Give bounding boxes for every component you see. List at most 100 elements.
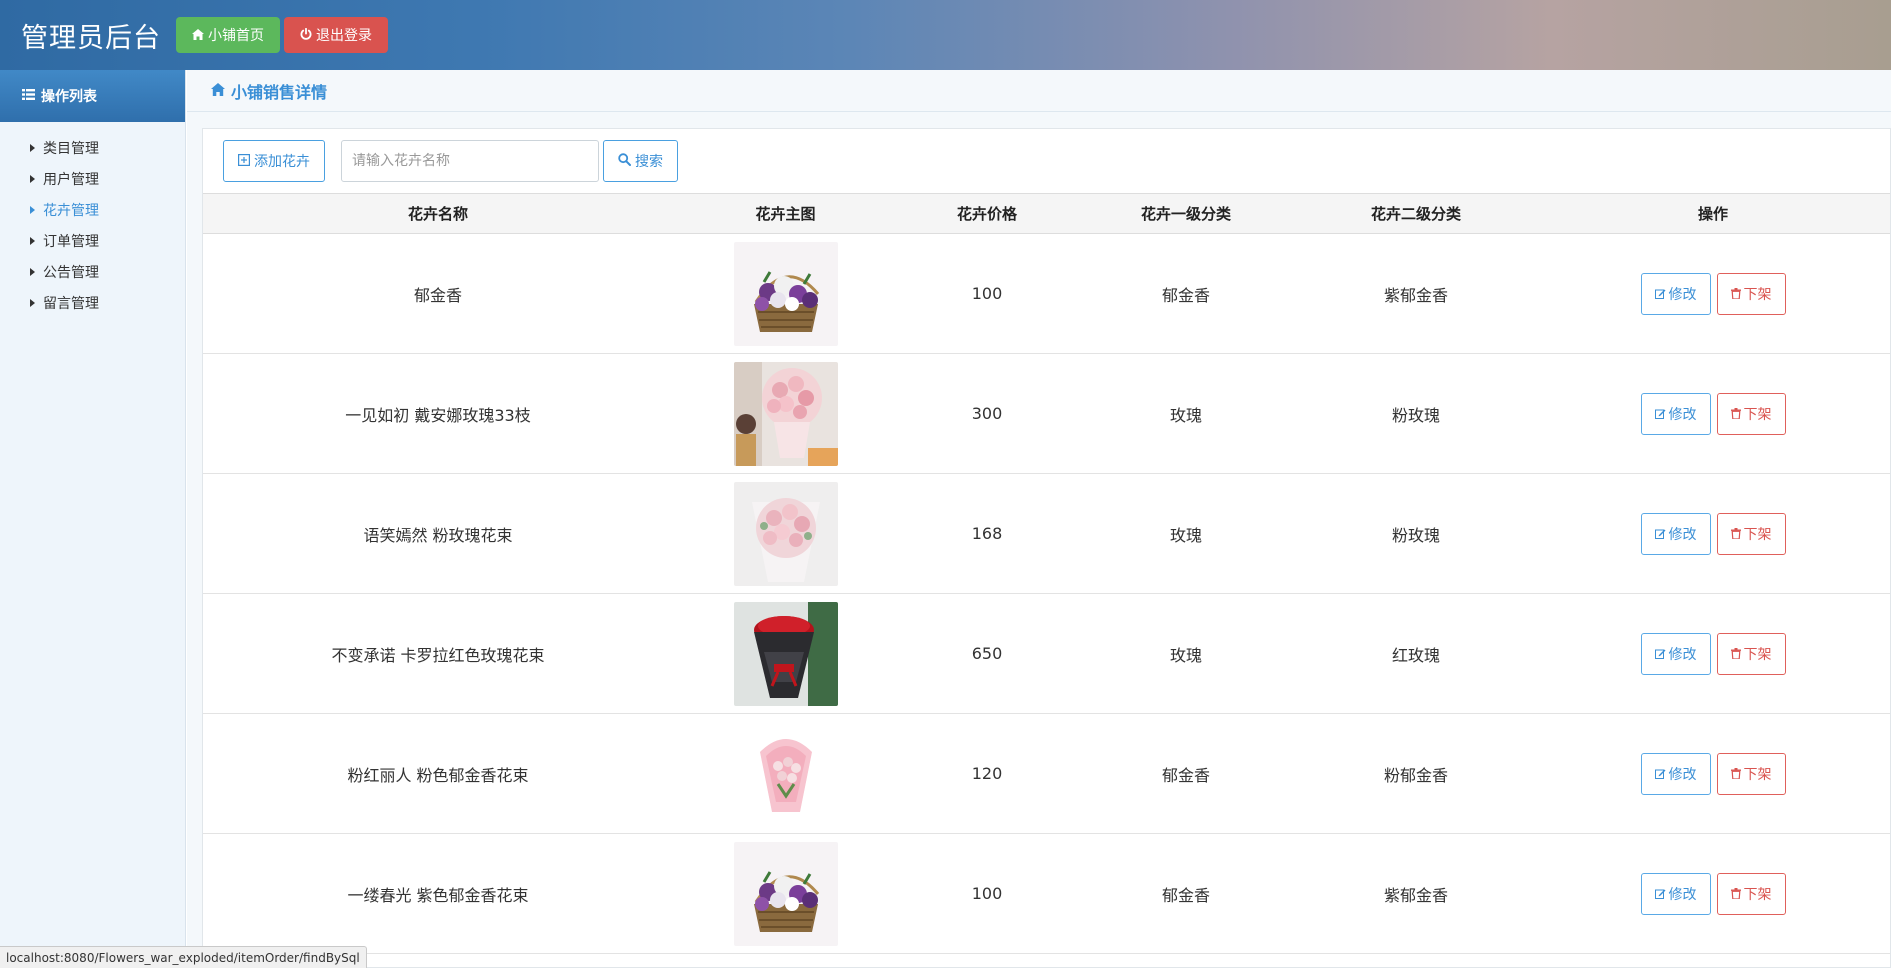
remove-button[interactable]: 下架 [1716,872,1786,915]
remove-button[interactable]: 下架 [1716,632,1786,675]
remove-button[interactable]: 下架 [1716,512,1786,555]
home-icon [211,81,225,100]
col-header-category-2: 花卉二级分类 [1370,205,1461,223]
flower-name: 语笑嫣然 粉玫瑰花束 [363,525,513,545]
sidebar-item-orders[interactable]: 订单管理 [0,225,185,256]
edit-button[interactable]: 修改 [1640,752,1711,795]
col-header-image: 花卉主图 [755,205,816,223]
shop-home-label: 小铺首页 [208,27,264,43]
sidebar-item-label: 类目管理 [43,140,99,157]
shop-home-button[interactable]: 小铺首页 [176,17,280,53]
trash-icon [1730,886,1741,902]
flower-name: 郁金香 [413,285,462,305]
sidebar-menu: 类目管理 用户管理 花卉管理 订单管理 公告管理 留言管理 [0,122,185,318]
col-header-price: 花卉价格 [956,205,1017,223]
trash-icon [1730,646,1741,662]
toolbar: 添加花卉 搜索 [203,129,1890,193]
edit-button[interactable]: 修改 [1640,512,1711,555]
trash-icon [1730,406,1741,422]
remove-label: 下架 [1743,285,1772,302]
add-flower-button[interactable]: 添加花卉 [223,140,325,182]
flower-list-panel: 添加花卉 搜索 花卉名称 花卉主图 花卉价格 [202,128,1891,968]
table-row: 粉红丽人 粉色郁金香花束 120 郁金香 粉郁金香 修改 下架 [203,714,1890,834]
flower-category-1: 郁金香 [1161,285,1210,305]
sidebar-item-flowers[interactable]: 花卉管理 [0,194,185,225]
search-label: 搜索 [635,153,663,169]
flower-category-1: 玫瑰 [1169,525,1202,545]
logout-button[interactable]: 退出登录 [284,17,388,53]
table-row: 一缕春光 紫色郁金香花束 100 郁金香 紫郁金香 修改 下架 [203,834,1890,954]
flower-category-2: 粉玫瑰 [1391,405,1440,425]
caret-right-icon [30,205,35,214]
search-icon [618,153,631,169]
sidebar-item-label: 订单管理 [43,233,99,250]
power-icon [300,27,312,43]
search-input[interactable] [341,140,599,182]
caret-right-icon [30,267,35,276]
remove-button[interactable]: 下架 [1716,272,1786,315]
logout-label: 退出登录 [316,27,372,43]
breadcrumb: 小铺销售详情 [187,70,1891,112]
edit-button[interactable]: 修改 [1640,392,1711,435]
page-title: 小铺销售详情 [231,82,328,102]
flower-price: 650 [971,644,1003,663]
row-actions: 修改 下架 [1640,632,1786,675]
flower-price: 100 [971,284,1003,303]
remove-label: 下架 [1743,645,1772,662]
caret-right-icon [30,298,35,307]
edit-icon [1654,526,1666,542]
edit-label: 修改 [1668,885,1697,902]
search-button[interactable]: 搜索 [603,140,678,182]
edit-icon [1654,886,1666,902]
sidebar-item-notices[interactable]: 公告管理 [0,256,185,287]
caret-right-icon [30,174,35,183]
remove-label: 下架 [1743,765,1772,782]
browser-status-url: localhost:8080/Flowers_war_exploded/item… [0,946,367,968]
edit-icon [1654,406,1666,422]
flower-price: 100 [971,884,1003,903]
edit-button[interactable]: 修改 [1640,272,1711,315]
trash-icon [1730,766,1741,782]
remove-button[interactable]: 下架 [1716,392,1786,435]
sidebar-item-label: 花卉管理 [43,202,99,219]
edit-button[interactable]: 修改 [1640,872,1711,915]
col-header-category-1: 花卉一级分类 [1140,205,1231,223]
flower-table: 花卉名称 花卉主图 花卉价格 花卉一级分类 花卉二级分类 操作 郁金香 100 … [203,193,1890,954]
flower-price: 168 [971,524,1003,543]
sidebar-heading: 操作列表 [0,70,185,122]
flower-price: 300 [971,404,1003,423]
sidebar-item-label: 用户管理 [43,171,99,188]
row-actions: 修改 下架 [1640,272,1786,315]
row-actions: 修改 下架 [1640,512,1786,555]
flower-thumbnail [733,841,838,946]
remove-button[interactable]: 下架 [1716,752,1786,795]
flower-category-1: 郁金香 [1161,885,1210,905]
row-actions: 修改 下架 [1640,392,1786,435]
trash-icon [1730,526,1741,542]
edit-label: 修改 [1668,405,1697,422]
top-header: 管理员后台 小铺首页 退出登录 [0,0,1891,70]
flower-thumbnail [733,721,838,826]
sidebar-heading-label: 操作列表 [41,89,97,105]
edit-label: 修改 [1668,525,1697,542]
flower-name: 粉红丽人 粉色郁金香花束 [347,765,529,785]
remove-label: 下架 [1743,885,1772,902]
sidebar-item-category[interactable]: 类目管理 [0,132,185,163]
flower-name: 一缕春光 紫色郁金香花束 [347,885,529,905]
edit-label: 修改 [1668,645,1697,662]
add-flower-label: 添加花卉 [254,153,310,169]
sidebar-item-label: 留言管理 [43,295,99,312]
home-icon [192,27,204,43]
flower-thumbnail [733,361,838,466]
search-group: 搜索 [341,140,678,182]
edit-icon [1654,646,1666,662]
table-row: 语笑嫣然 粉玫瑰花束 168 玫瑰 粉玫瑰 修改 下架 [203,474,1890,594]
flower-category-1: 玫瑰 [1169,405,1202,425]
edit-label: 修改 [1668,765,1697,782]
table-row: 不变承诺 卡罗拉红色玫瑰花束 650 玫瑰 红玫瑰 修改 下架 [203,594,1890,714]
flower-thumbnail [733,241,838,346]
caret-right-icon [30,143,35,152]
sidebar-item-users[interactable]: 用户管理 [0,163,185,194]
sidebar-item-messages[interactable]: 留言管理 [0,287,185,318]
edit-button[interactable]: 修改 [1640,632,1711,675]
